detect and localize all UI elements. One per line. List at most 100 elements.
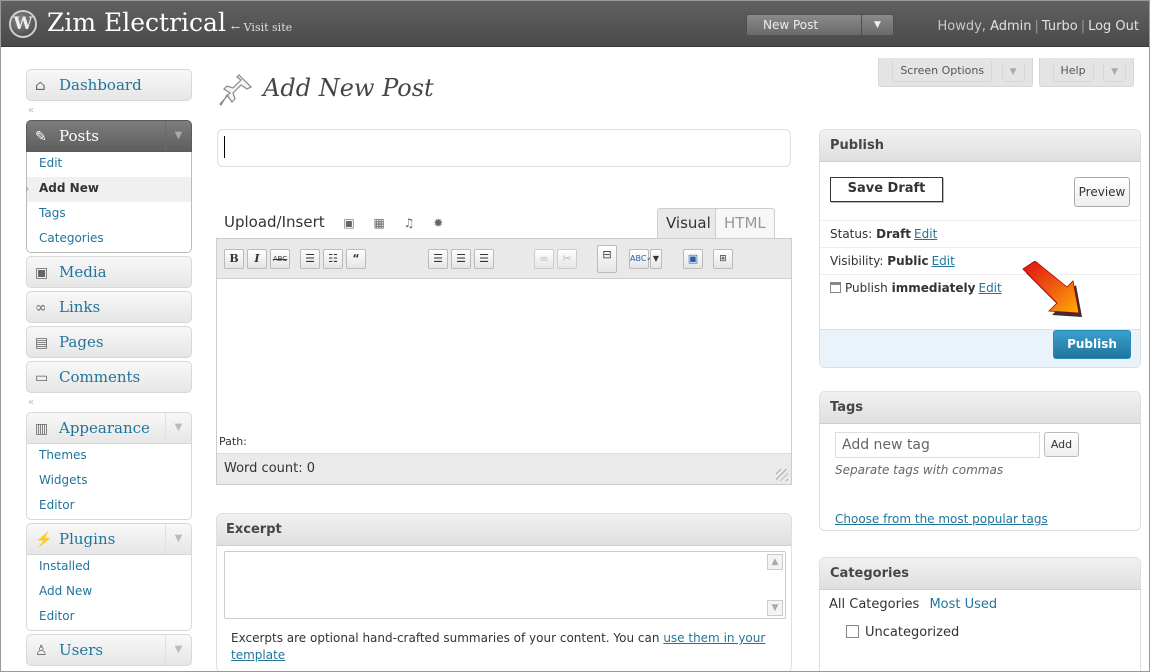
- submenu-item-edit[interactable]: Edit: [27, 152, 191, 177]
- pushpin-icon: [219, 74, 253, 106]
- excerpt-textarea[interactable]: ▲ ▼: [224, 551, 786, 619]
- insert-more-button[interactable]: ⊟: [597, 245, 617, 273]
- bold-button[interactable]: B: [224, 249, 244, 269]
- insert-link-button[interactable]: ∞: [534, 249, 554, 269]
- posts-submenu: Edit › Add New Tags Categories: [25, 152, 192, 253]
- menu-posts[interactable]: ✎ Posts ▼: [26, 120, 192, 152]
- categories-heading[interactable]: Categories: [820, 558, 1140, 590]
- kitchen-sink-button[interactable]: ⊞: [713, 249, 733, 269]
- menu-comments[interactable]: ▭ Comments: [26, 361, 192, 393]
- excerpt-box: Excerpt ▲ ▼ Excerpts are optional hand-c…: [216, 513, 792, 671]
- unlink-button[interactable]: ✂: [557, 249, 577, 269]
- visibility-value: Public: [887, 254, 929, 268]
- tab-most-used[interactable]: Most Used: [929, 597, 997, 612]
- menu-appearance[interactable]: ▥ Appearance ▼: [26, 412, 192, 444]
- submenu-item-add-new-plugin[interactable]: Add New: [27, 580, 191, 605]
- menu-toggle-icon[interactable]: ▼: [165, 121, 191, 151]
- scroll-up-icon[interactable]: ▲: [767, 554, 783, 570]
- editor-content-area[interactable]: [217, 280, 791, 430]
- menu-users[interactable]: ♙ Users ▼: [26, 634, 192, 666]
- submenu-item-installed[interactable]: Installed: [27, 555, 191, 580]
- site-title: Zim Electrical ← Visit site: [47, 8, 292, 37]
- fullscreen-button[interactable]: ▣: [683, 249, 703, 269]
- blockquote-button[interactable]: “: [346, 249, 366, 269]
- submenu-item-categories[interactable]: Categories: [27, 227, 191, 252]
- add-tag-button[interactable]: Add: [1044, 432, 1079, 457]
- edit-timestamp-link[interactable]: Edit: [978, 281, 1001, 295]
- editor-path: Path:: [219, 435, 247, 448]
- screen-meta-links: Screen Options ▼ Help ▼: [872, 58, 1134, 87]
- align-left-button[interactable]: ☰: [428, 249, 448, 269]
- publish-time-row: Publish immediately Edit: [820, 274, 1140, 301]
- bullet-list-button[interactable]: ☰: [300, 249, 320, 269]
- preview-button[interactable]: Preview: [1074, 177, 1130, 207]
- add-image-icon[interactable]: ▣: [343, 216, 354, 230]
- submenu-item-widgets[interactable]: Widgets: [27, 469, 191, 494]
- submenu-item-editor[interactable]: Editor: [27, 494, 191, 519]
- category-tabs: All Categories Most Used: [829, 597, 997, 612]
- resize-handle-icon[interactable]: [776, 469, 788, 481]
- favorite-action-label[interactable]: New Post: [763, 18, 818, 32]
- tab-all-categories[interactable]: All Categories: [829, 597, 919, 612]
- menu-toggle-icon[interactable]: ▼: [165, 635, 191, 665]
- edit-status-link[interactable]: Edit: [914, 227, 937, 241]
- current-pointer-icon: ›: [25, 182, 30, 195]
- submenu-item-tags[interactable]: Tags: [27, 202, 191, 227]
- plugins-submenu: Installed Add New Editor: [26, 555, 192, 631]
- italic-button[interactable]: I: [247, 249, 267, 269]
- align-right-button[interactable]: ☰: [474, 249, 494, 269]
- menu-toggle-icon[interactable]: ▼: [165, 524, 191, 554]
- publish-heading[interactable]: Publish: [820, 130, 1140, 162]
- menu-plugins[interactable]: ⚡ Plugins ▼: [26, 523, 192, 555]
- align-center-button[interactable]: ☰: [451, 249, 471, 269]
- submenu-item-themes[interactable]: Themes: [27, 444, 191, 469]
- publish-time-value: immediately: [891, 281, 976, 295]
- save-draft-button[interactable]: Save Draft: [830, 177, 943, 202]
- favorite-actions-button[interactable]: New Post ▼: [746, 14, 894, 36]
- browser-frame: W Zim Electrical ← Visit site New Post ▼ …: [0, 0, 1150, 672]
- menu-separator[interactable]: «: [26, 396, 192, 412]
- tags-heading[interactable]: Tags: [820, 392, 1140, 424]
- popular-tags-link[interactable]: Choose from the most popular tags: [835, 512, 1048, 526]
- menu-links[interactable]: ∞ Links: [26, 291, 192, 323]
- wordpress-logo-icon: W: [9, 10, 37, 38]
- spellcheck-dropdown-icon[interactable]: ▼: [650, 249, 662, 269]
- logout-link[interactable]: Log Out: [1088, 19, 1139, 34]
- strikethrough-button[interactable]: ABC: [270, 249, 290, 269]
- tags-box: Tags Add new tag Add Separate tags with …: [819, 391, 1141, 531]
- add-media-icon[interactable]: ✹: [433, 216, 443, 230]
- excerpt-heading[interactable]: Excerpt: [217, 514, 791, 546]
- add-video-icon[interactable]: ▦: [374, 216, 385, 230]
- menu-separator[interactable]: «: [26, 104, 192, 120]
- submenu-item-add-new[interactable]: › Add New: [25, 177, 191, 202]
- turbo-link[interactable]: Turbo: [1042, 19, 1078, 34]
- screen-options-button[interactable]: Screen Options ▼: [878, 58, 1033, 87]
- dropdown-arrow-icon[interactable]: ▼: [861, 15, 893, 35]
- submenu-item-plugin-editor[interactable]: Editor: [27, 605, 191, 630]
- greeting-text: Howdy,: [937, 19, 986, 34]
- help-button[interactable]: Help ▼: [1038, 58, 1134, 87]
- user-profile-link[interactable]: Admin: [990, 19, 1031, 34]
- visit-site-link[interactable]: ← Visit site: [231, 21, 292, 34]
- menu-toggle-icon[interactable]: ▼: [165, 413, 191, 443]
- categories-box: Categories All Categories Most Used Unca…: [819, 557, 1141, 671]
- upload-insert-label: Upload/Insert: [224, 213, 325, 231]
- post-title-input[interactable]: [217, 129, 791, 167]
- spellcheck-button[interactable]: ABC✓: [629, 249, 653, 269]
- add-audio-icon[interactable]: ♫: [404, 216, 415, 230]
- tab-html[interactable]: HTML: [715, 208, 775, 238]
- menu-media[interactable]: ▣ Media: [26, 256, 192, 288]
- scroll-down-icon[interactable]: ▼: [767, 600, 783, 616]
- publish-button[interactable]: Publish: [1053, 330, 1131, 359]
- tab-visual[interactable]: Visual: [657, 208, 720, 238]
- pages-icon: ▤: [35, 335, 49, 351]
- category-item[interactable]: Uncategorized: [846, 625, 959, 640]
- category-checkbox[interactable]: [846, 625, 859, 638]
- menu-dashboard[interactable]: ⌂ Dashboard: [26, 69, 192, 101]
- menu-pages[interactable]: ▤ Pages: [26, 326, 192, 358]
- site-title-text: Zim Electrical: [47, 8, 226, 37]
- new-tag-input[interactable]: Add new tag: [835, 432, 1040, 458]
- edit-visibility-link[interactable]: Edit: [932, 254, 955, 268]
- pushpin-icon: ✎: [35, 129, 47, 145]
- numbered-list-button[interactable]: ☷: [323, 249, 343, 269]
